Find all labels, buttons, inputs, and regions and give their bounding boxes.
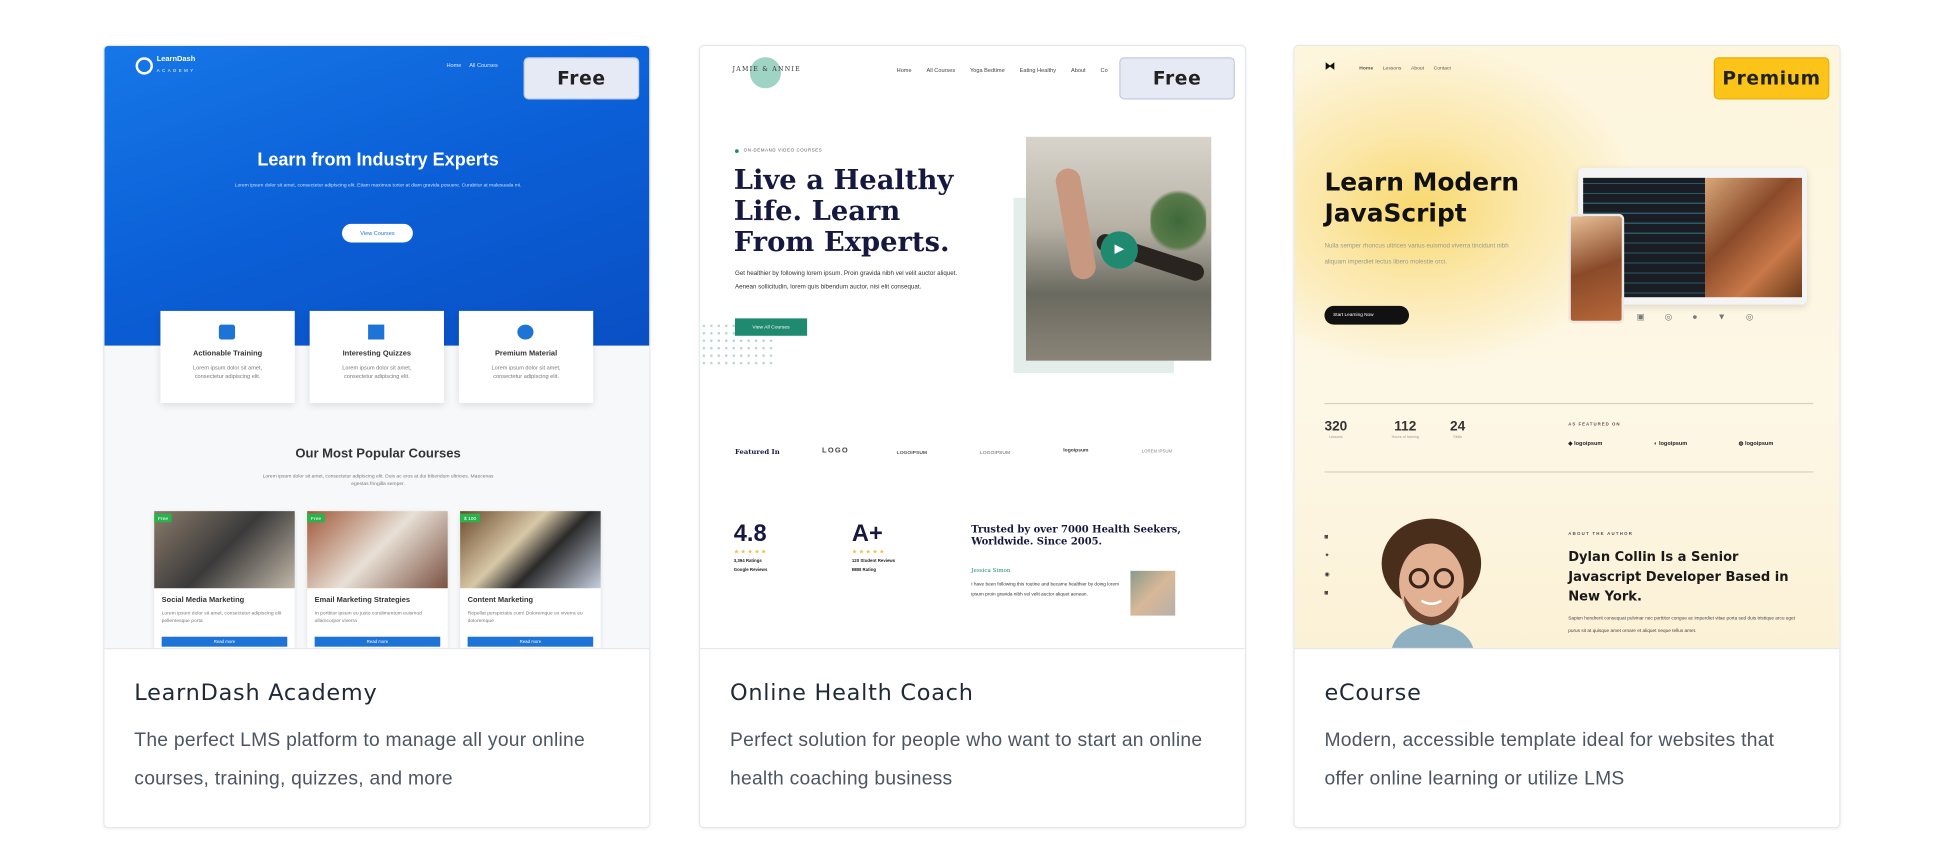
hero-title: Learn Modern JavaScript — [1324, 166, 1520, 228]
site-logo: LearnDash ACADEMY — [135, 56, 196, 75]
play-icon: ▶ — [1100, 231, 1138, 269]
puzzle-icon — [368, 324, 385, 340]
template-preview[interactable]: JAMIE & ANNIE Home All Courses Yoga Bedtim… — [700, 46, 1245, 650]
hero-title: Live a Healthy Life. Learn From Experts. — [733, 164, 954, 259]
canyon-image — [1705, 177, 1803, 298]
hero-text: Get healthier by following lorem ipsum. … — [734, 269, 958, 292]
template-info: LearnDash Academy The perfect LMS platfo… — [134, 680, 624, 798]
about-text: Sapien hendrerit consequat pulvinar nec … — [1568, 615, 1795, 634]
trusted-heading: Trusted by over 7000 Health Seekers, Wor… — [971, 522, 1181, 548]
template-title[interactable]: LearnDash Academy — [134, 680, 624, 706]
feature-box: Premium Material Lorem ipsum dolor sit am… — [458, 310, 594, 403]
feature-box: Actionable Training Lorem ipsum dolor sit… — [160, 310, 295, 403]
bbb-stat: A+ ★★★★★ 120 Student Reviews BBB Rating — [851, 521, 896, 573]
template-card-online-health-coach[interactable]: JAMIE & ANNIE Home All Courses Yoga Bedtim… — [698, 44, 1247, 829]
tech-icons-row: ▣◎●▼◎ — [1636, 313, 1774, 323]
featured-logo: ◐ logoipsum — [1654, 440, 1688, 447]
featured-label: AS FEATURED ON — [1568, 421, 1621, 427]
template-description: Modern, accessible template ideal for we… — [1324, 730, 1775, 790]
featured-logo: LOGOIPSUM — [896, 448, 928, 456]
logo-icon — [135, 56, 153, 74]
person-figure — [1053, 166, 1098, 282]
cube-icon — [517, 324, 534, 340]
reviewer-name: Jessica Simon — [971, 568, 1011, 575]
hero-text: Nulla semper rhoncus ultrices varius eui… — [1324, 242, 1509, 267]
featured-logo: logoipsum — [1063, 446, 1089, 453]
template-info: eCourse Modern, accessible template idea… — [1324, 680, 1814, 798]
reviewer-photo — [1130, 570, 1176, 616]
course-card: Free Email Marketing Strategies In porttit… — [307, 511, 448, 648]
template-preview[interactable]: LearnDash ACADEMY Home All Courses Learn … — [104, 46, 650, 650]
course-card: Free Social Media Marketing Lorem ipsum do… — [154, 511, 295, 648]
hero-text: Lorem ipsum dolor sit amet, consectetur … — [234, 181, 522, 188]
rating-stat: 4.8 ★★★★★ 3,394 Ratings Google Reviews — [733, 521, 768, 573]
divider — [1324, 402, 1814, 405]
template-description: Perfect solution for people who want to … — [730, 730, 1203, 790]
featured-logo: ◍ logoipsum — [1738, 440, 1774, 447]
hero-title: Learn from Industry Experts — [257, 150, 499, 171]
free-badge: Free — [523, 57, 640, 100]
training-icon — [218, 324, 236, 340]
premium-badge: Premium — [1713, 57, 1830, 100]
author-portrait — [1381, 518, 1482, 648]
template-card-ecourse[interactable]: ⧓ Home Lessons About Contact Learn Moder… — [1293, 44, 1841, 829]
template-title[interactable]: Online Health Coach — [730, 680, 1220, 706]
stat-skills: 24 Skills — [1450, 419, 1466, 439]
stat-hours: 112 Hours of training — [1391, 419, 1419, 439]
site-nav: Home All Courses Yoga Bedtime Eating Health… — [896, 67, 1108, 74]
about-title: Dylan Collin Is a Senior Javascript Deve… — [1568, 549, 1789, 605]
template-title[interactable]: eCourse — [1324, 680, 1814, 706]
stars-icon: ★★★★★ — [851, 548, 886, 556]
social-icons: ◙ ✦ ◉ ◙ — [1324, 533, 1330, 597]
view-courses-button: View Courses — [341, 223, 413, 243]
course-image — [307, 511, 448, 589]
featured-logo: LOREM IPSUM — [1141, 448, 1173, 454]
template-gallery: LearnDash ACADEMY Home All Courses Learn … — [0, 0, 1950, 864]
eyebrow: ON-DEMAND VIDEO COURSES — [734, 148, 822, 153]
phone-mockup — [1568, 213, 1625, 324]
section-title: Our Most Popular Courses — [295, 446, 461, 462]
divider — [1324, 471, 1814, 473]
stars-icon: ★★★★★ — [733, 548, 768, 556]
stat-lessons: 320 Lessons — [1324, 419, 1348, 439]
view-all-courses-button: View All Courses — [734, 318, 808, 336]
course-image — [154, 511, 295, 589]
site-logo: JAMIE & ANNIE — [732, 65, 801, 74]
about-label: ABOUT THE AUTHOR — [1568, 531, 1634, 537]
featured-logo: LOGOIPSUM — [979, 448, 1011, 456]
course-card: $ 100 Content Marketing Repellat perspicia… — [460, 511, 601, 648]
site-nav: Home Lessons About Contact — [1359, 64, 1451, 71]
template-preview[interactable]: ⧓ Home Lessons About Contact Learn Moder… — [1294, 46, 1840, 650]
template-info: Online Health Coach Perfect solution for… — [730, 680, 1220, 798]
review-text: I have been following this routine and b… — [971, 582, 1120, 597]
plant-decor — [1150, 186, 1207, 255]
free-badge: Free — [1119, 57, 1235, 100]
logo-icon: ⧓ — [1324, 59, 1336, 73]
dot-icon — [734, 148, 739, 153]
featured-logo: ◆ logoipsum — [1568, 440, 1603, 447]
featured-label: Featured In — [734, 448, 780, 457]
featured-logo: LOGO — [822, 447, 849, 456]
site-nav: Home All Courses — [446, 62, 498, 69]
start-learning-button: Start Learning Now — [1324, 305, 1410, 325]
template-description: The perfect LMS platform to manage all y… — [134, 730, 585, 790]
course-image — [460, 511, 601, 589]
feature-box: Interesting Quizzes Lorem ipsum dolor sit… — [309, 310, 444, 403]
section-text: Lorem ipsum dolor sit amet, consectetur … — [262, 472, 494, 487]
template-card-learndash-academy[interactable]: LearnDash ACADEMY Home All Courses Learn … — [103, 44, 651, 829]
